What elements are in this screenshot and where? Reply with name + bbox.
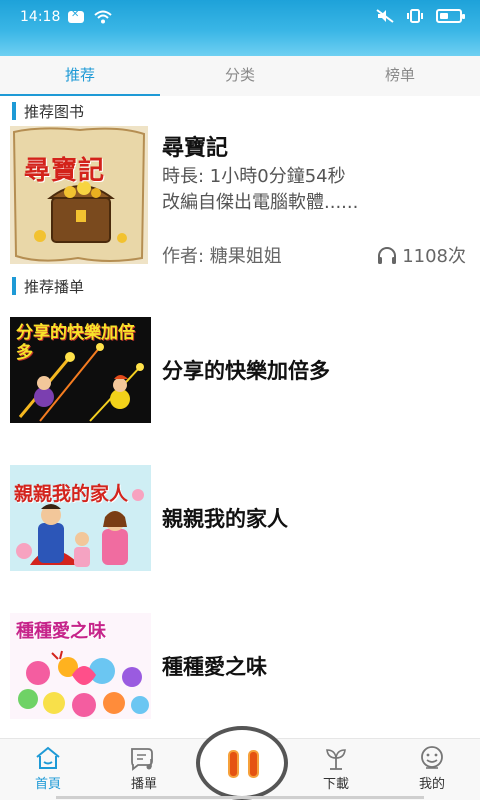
- play-count-text: 1108次: [402, 246, 466, 267]
- tab-ranking[interactable]: 榜单: [320, 56, 480, 96]
- smiley-icon: [421, 746, 443, 769]
- book-cover-title: 尋寶記: [24, 156, 106, 186]
- playlist-cover[interactable]: 分享的快樂加倍多: [10, 317, 151, 423]
- book-duration: 時長: 1小時0分鐘54秒: [162, 166, 346, 187]
- nav-playlist[interactable]: 播單: [104, 745, 184, 792]
- section-recommended-books: 推荐图书: [12, 101, 84, 121]
- playlist-icon: [131, 748, 153, 771]
- home-icon: [36, 746, 60, 769]
- nav-home-label: 首頁: [34, 777, 61, 792]
- playlist-title[interactable]: 親親我的家人: [162, 503, 288, 533]
- nav-mine[interactable]: 我的: [392, 745, 472, 792]
- playlist-item[interactable]: 親親我的家人 親親我的家人: [10, 465, 470, 573]
- playlist-cover-title: 分享的快樂加倍多: [16, 323, 135, 363]
- book-description: 改編自傑出電腦軟體......: [162, 192, 359, 213]
- book-author: 作者: 糖果姐姐: [162, 246, 282, 267]
- recommended-book[interactable]: 尋寶記 尋寶記 時長: 1小時0分鐘54秒 改編自傑出電腦軟體...... 作者…: [10, 126, 470, 268]
- status-bar: 14:18: [0, 0, 480, 56]
- playlist-cover-title: 親親我的家人: [14, 483, 129, 505]
- playlist-item[interactable]: 種種愛之味 種種愛之味: [10, 613, 470, 721]
- section-title: 推荐播单: [24, 277, 85, 296]
- book-play-count: 1108次: [376, 242, 466, 268]
- mute-icon: [376, 9, 394, 23]
- nav-playlist-label: 播單: [130, 777, 157, 792]
- home-indicator: [56, 796, 424, 799]
- section-title: 推荐图书: [24, 102, 85, 121]
- tab-category[interactable]: 分类: [160, 56, 320, 96]
- playlist-title[interactable]: 分享的快樂加倍多: [162, 355, 330, 385]
- sprout-icon: [326, 749, 346, 770]
- section-recommended-playlists: 推荐播单: [12, 276, 84, 296]
- play-pause-button[interactable]: [196, 726, 288, 800]
- tab-bar: 推荐 分类 榜单: [0, 56, 480, 96]
- tab-recommend[interactable]: 推荐: [0, 56, 160, 96]
- playlist-cover-title: 種種愛之味: [16, 621, 106, 642]
- treasure-chest-illustration: [12, 127, 146, 262]
- battery-icon: [436, 9, 465, 23]
- nav-mine-label: 我的: [418, 777, 445, 792]
- status-time: 14:18: [20, 9, 61, 25]
- nav-download[interactable]: 下載: [296, 745, 376, 792]
- book-cover[interactable]: 尋寶記: [10, 126, 148, 264]
- notification-icon: [68, 9, 84, 23]
- headphones-icon: [378, 247, 397, 264]
- section-accent-bar: [12, 277, 16, 295]
- playlist-cover[interactable]: 親親我的家人: [10, 465, 151, 571]
- pause-icon: [228, 750, 239, 778]
- wifi-icon: [94, 10, 112, 24]
- section-accent-bar: [12, 102, 16, 120]
- nav-download-label: 下載: [322, 777, 349, 792]
- pause-icon: [248, 750, 259, 778]
- playlist-cover[interactable]: 種種愛之味: [10, 613, 151, 719]
- nav-home[interactable]: 首頁: [8, 745, 88, 792]
- book-title[interactable]: 尋寶記: [162, 130, 228, 162]
- playlist-item[interactable]: 分享的快樂加倍多 分享的快樂加倍多: [10, 317, 470, 425]
- vibrate-icon: [407, 9, 423, 23]
- playlist-title[interactable]: 種種愛之味: [162, 651, 267, 681]
